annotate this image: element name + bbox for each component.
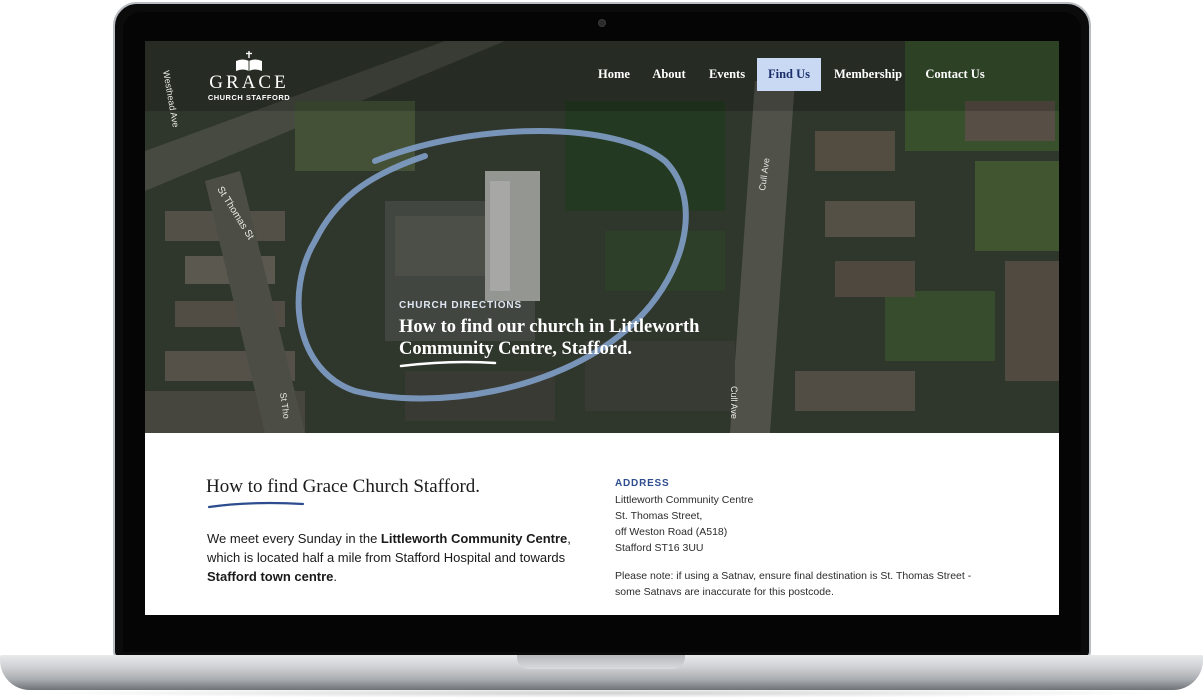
- address-line: St. Thomas Street,: [615, 510, 703, 522]
- title-underline: [207, 501, 305, 509]
- camera-icon: [598, 19, 606, 27]
- satnav-note: Please note: if using a Satnav, ensure f…: [615, 570, 972, 598]
- section-title: How to find Grace Church Stafford.: [206, 476, 481, 497]
- browser-viewport: Westhead Ave St Thomas St Cull Ave Cull …: [145, 41, 1059, 615]
- venue-name: Littleworth Community Centre: [380, 531, 568, 546]
- intro-paragraph: We meet every Sunday in the Littleworth …: [207, 531, 571, 584]
- hero-banner: Westhead Ave St Thomas St Cull Ave Cull …: [145, 41, 1059, 433]
- logo-subtitle: CHURCH STAFFORD: [207, 93, 291, 102]
- address-label: ADDRESS: [615, 478, 670, 489]
- town-centre: Stafford town centre: [207, 569, 334, 584]
- logo-wordmark: GRACE: [209, 72, 289, 93]
- nav-events[interactable]: Events: [701, 58, 753, 91]
- nav-home[interactable]: Home: [589, 58, 639, 91]
- address-line: Stafford ST16 3UU: [615, 542, 704, 554]
- hero-kicker: CHURCH DIRECTIONS: [399, 300, 523, 311]
- address-line: off Weston Road (A518): [615, 526, 728, 538]
- site-logo[interactable]: GRACE CHURCH STAFFORD: [203, 49, 295, 105]
- nav-contact-us[interactable]: Contact Us: [920, 58, 990, 91]
- hero-heading: How to find our church in Littleworth Co…: [399, 317, 700, 359]
- nav-membership[interactable]: Membership: [828, 58, 908, 91]
- address-line: Littleworth Community Centre: [615, 494, 754, 506]
- map-label-cull-2: Cull Ave: [729, 386, 739, 419]
- nav-find-us[interactable]: Find Us: [757, 58, 821, 91]
- laptop-notch: [517, 655, 685, 669]
- nav-about[interactable]: About: [645, 58, 693, 91]
- bible-icon: [236, 51, 262, 71]
